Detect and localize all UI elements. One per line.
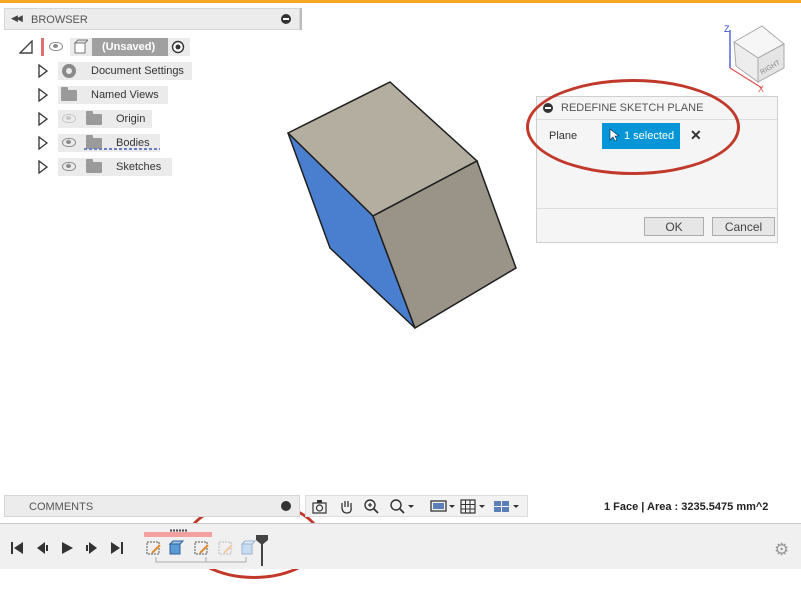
top-accent-stripe [0,0,801,3]
folder-icon [86,159,102,173]
cancel-button[interactable]: Cancel [712,217,775,236]
expand-icon[interactable] [281,501,291,511]
go-to-end-icon[interactable] [110,541,124,555]
root-component-label[interactable]: (Unsaved) [102,41,155,53]
viewports-icon[interactable] [493,498,521,515]
expand-named-views-icon[interactable] [38,88,48,102]
tree-item-label: Document Settings [91,65,184,77]
gear-icon [62,64,76,78]
folder-icon [86,111,102,125]
timeline-sketch-icon[interactable] [194,540,210,556]
go-to-start-icon[interactable] [10,541,24,555]
component-icon [73,39,88,54]
comments-panel-header[interactable]: COMMENTS [4,495,300,517]
visibility-eye-icon[interactable] [62,138,76,147]
activate-radio-icon[interactable] [171,40,185,54]
tree-item-label: Origin [116,113,146,125]
annotation-circle-dialog [526,79,740,175]
visibility-hidden-icon[interactable] [62,114,76,123]
timeline-sketch-suppressed-icon[interactable] [218,540,234,556]
expand-sketches-icon[interactable] [38,160,48,174]
navigation-toolbar [305,495,528,517]
3d-box-model[interactable] [285,75,525,335]
active-marker [41,38,44,56]
visibility-eye-icon[interactable] [49,42,63,51]
timeline-bar: ⚙ [0,523,801,569]
play-icon[interactable] [60,541,74,555]
axis-z-label: Z [724,24,730,34]
visibility-eye-icon[interactable] [62,162,76,171]
orbit-icon[interactable] [311,498,328,515]
timeline-marker-handle[interactable] [255,534,269,566]
viewcube[interactable]: Z X RIGHT [722,22,792,94]
display-settings-icon[interactable] [430,498,456,515]
root-expand-icon[interactable] [19,40,33,54]
step-back-icon[interactable] [35,541,49,555]
ok-button[interactable]: OK [644,217,704,236]
timeline-hatch-marker [170,529,188,532]
expand-origin-icon[interactable] [38,112,48,126]
browser-panel-header[interactable]: ◀◀ BROWSER [4,8,300,30]
pan-hand-icon[interactable] [338,498,355,515]
panel-divider[interactable] [300,8,302,30]
grid-settings-icon[interactable] [460,498,486,515]
comments-title: COMMENTS [29,501,94,513]
collapse-icon[interactable]: ◀◀ [11,13,23,24]
zoom-icon[interactable] [363,498,380,515]
tree-item-label: Sketches [116,161,162,173]
timeline-sketch-icon[interactable] [146,540,162,556]
modified-hatch-indicator [84,148,160,150]
folder-icon [61,87,77,101]
minimize-icon[interactable] [281,14,291,24]
fit-zoom-dropdown-icon[interactable] [389,498,415,515]
expand-document-settings-icon[interactable] [38,64,48,78]
browser-title: BROWSER [31,14,88,26]
dialog-divider [537,208,777,209]
axis-x-label: X [758,84,764,94]
timeline-group-bracket [155,557,247,563]
timeline-extrude-suppressed-icon[interactable] [240,540,256,556]
tree-item-label: Named Views [91,89,159,101]
selection-status-text: 1 Face | Area : 3235.5475 mm^2 [604,501,769,513]
timeline-extrude-icon[interactable] [168,540,184,556]
step-forward-icon[interactable] [85,541,99,555]
expand-bodies-icon[interactable] [38,136,48,150]
timeline-settings-gear-icon[interactable]: ⚙ [774,540,789,560]
